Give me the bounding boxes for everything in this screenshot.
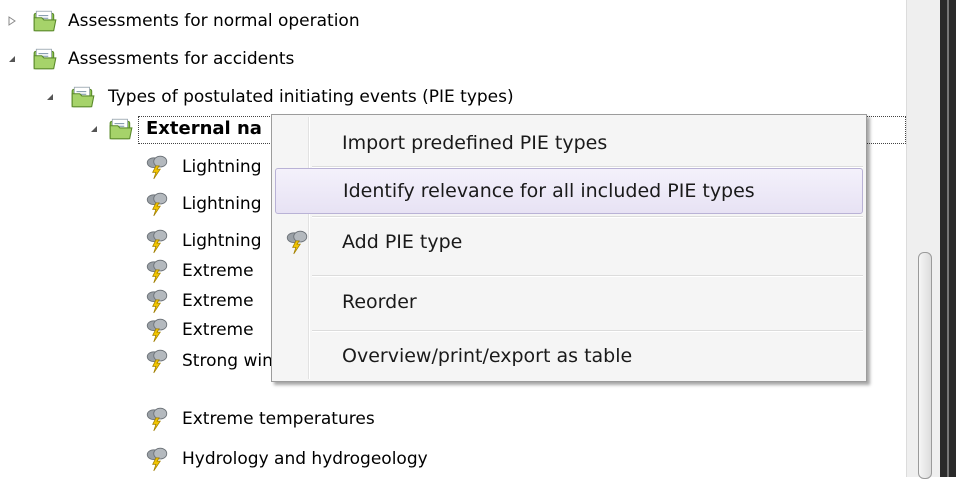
menu-item-import-predefined-pie-types[interactable]: Import predefined PIE types: [275, 120, 863, 166]
tree-node-accidents[interactable]: Assessments for accidents: [0, 44, 900, 74]
expand-arrow-icon[interactable]: [6, 15, 18, 27]
tree-node-pie-type[interactable]: Extreme temperatures: [0, 404, 900, 434]
tree-node-label: Hydrology and hydrogeology: [182, 449, 428, 469]
collapse-arrow-icon[interactable]: [88, 123, 100, 135]
scrollbar-thumb[interactable]: [918, 252, 932, 479]
tree-node-label: Lightning: [182, 157, 262, 177]
menu-item-overview-print-export[interactable]: Overview/print/export as table: [275, 333, 863, 379]
tree-node-label: Assessments for accidents: [68, 49, 295, 69]
context-menu: Import predefined PIE types Identify rel…: [271, 114, 867, 382]
lightning-icon: [144, 446, 170, 472]
lightning-icon: [144, 191, 170, 217]
folder-icon: [32, 46, 58, 72]
lightning-icon: [144, 406, 170, 432]
menu-separator: [312, 216, 863, 218]
menu-item-reorder[interactable]: Reorder: [275, 279, 863, 325]
tree-node-label: External na: [146, 118, 262, 139]
tree-node-label: Lightning: [182, 231, 262, 251]
tree-node-label: Types of postulated initiating events (P…: [108, 87, 514, 107]
lightning-icon: [144, 228, 170, 254]
lightning-icon: [144, 317, 170, 343]
lightning-icon: [144, 154, 170, 180]
tree-node-label: Extreme: [182, 261, 254, 281]
menu-separator: [312, 275, 863, 277]
window-edge: [940, 0, 956, 477]
tree-node-label: Extreme: [182, 320, 254, 340]
menu-item-label: Overview/print/export as table: [342, 345, 633, 367]
tree-node-pie-types[interactable]: Types of postulated initiating events (P…: [0, 82, 900, 112]
lightning-icon: [144, 258, 170, 284]
tree-node-pie-type[interactable]: Hydrology and hydrogeology: [0, 444, 900, 474]
menu-item-add-pie-type[interactable]: Add PIE type: [275, 219, 863, 265]
lightning-icon: [144, 348, 170, 374]
menu-item-label: Identify relevance for all included PIE …: [343, 180, 755, 202]
menu-item-label: Import predefined PIE types: [342, 132, 608, 154]
collapse-arrow-icon[interactable]: [44, 91, 56, 103]
tree-node-normal-operation[interactable]: Assessments for normal operation: [0, 6, 900, 36]
menu-separator: [312, 330, 863, 332]
tree-node-label: Lightning: [182, 194, 262, 214]
tree-node-label: Extreme: [182, 291, 254, 311]
tree-node-label: Assessments for normal operation: [68, 11, 360, 31]
lightning-icon: [284, 229, 310, 255]
lightning-icon: [144, 288, 170, 314]
menu-item-identify-relevance[interactable]: Identify relevance for all included PIE …: [275, 168, 863, 214]
tree-node-label: Strong wind: [182, 351, 284, 371]
collapse-arrow-icon[interactable]: [6, 53, 18, 65]
folder-icon: [108, 116, 134, 142]
tree-node-label: Extreme temperatures: [182, 409, 375, 429]
menu-item-label: Add PIE type: [342, 231, 463, 253]
folder-icon: [32, 8, 58, 34]
folder-icon: [70, 84, 96, 110]
menu-item-label: Reorder: [342, 291, 417, 313]
